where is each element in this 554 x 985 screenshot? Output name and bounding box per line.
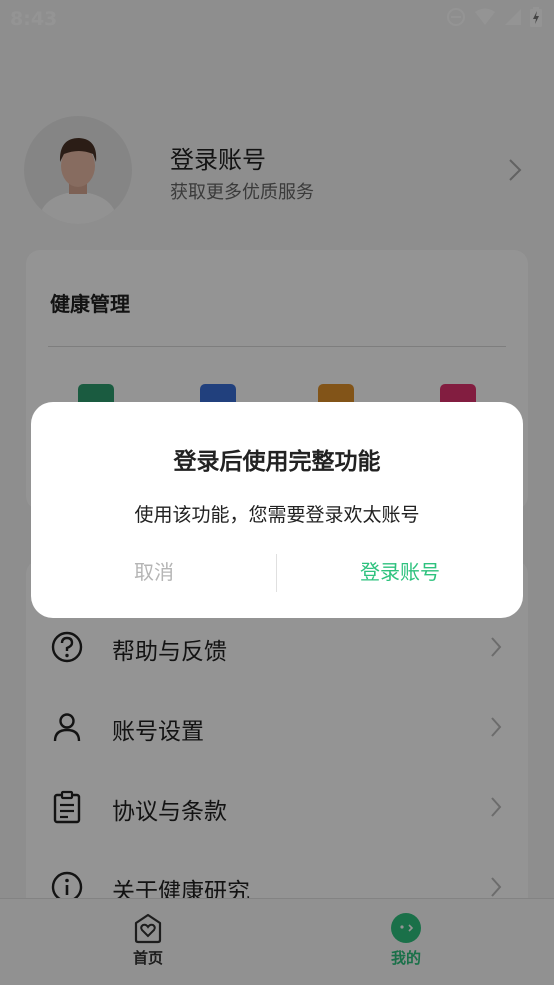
cancel-button[interactable]: 取消 xyxy=(31,542,277,602)
login-button[interactable]: 登录账号 xyxy=(277,542,523,602)
screen: 8:43 登录账号 获取更多优质服务 健康管理 帮助与反馈 账号设置 协议与条款… xyxy=(0,0,554,985)
dialog-message: 使用该功能，您需要登录欢太账号 xyxy=(134,504,420,526)
login-dialog: 登录后使用完整功能 使用该功能，您需要登录欢太账号 取消 登录账号 xyxy=(31,402,523,618)
dialog-title: 登录后使用完整功能 xyxy=(173,449,381,475)
